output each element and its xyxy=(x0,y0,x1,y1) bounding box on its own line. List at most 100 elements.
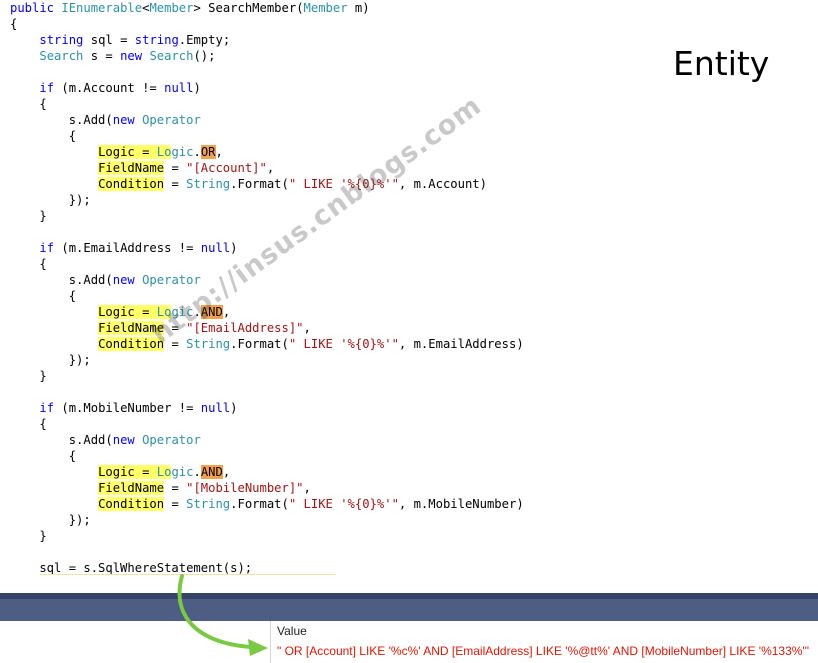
code-line[interactable]: }); xyxy=(10,352,91,368)
code-token: Lo xyxy=(156,465,172,479)
code-token: string xyxy=(39,33,84,47)
code-token: string xyxy=(134,33,179,47)
code-line[interactable]: s.Add(new Operator xyxy=(10,112,201,128)
code-token: = xyxy=(134,145,157,159)
code-token: . xyxy=(193,145,201,159)
code-line[interactable]: Search s = new Search(); xyxy=(10,48,215,64)
code-line[interactable]: Condition = String.Format(" LIKE '%{0}%'… xyxy=(10,176,487,192)
code-token: Lo xyxy=(156,145,172,159)
code-token: { xyxy=(10,97,47,111)
code-token: = xyxy=(134,465,157,479)
code-token: new xyxy=(120,49,143,63)
code-line[interactable]: { xyxy=(10,128,76,144)
code-line[interactable]: } xyxy=(10,528,47,544)
code-token: " LIKE '%{0}%'" xyxy=(288,337,399,351)
code-token: > SearchMember( xyxy=(193,1,304,15)
code-token: , xyxy=(215,145,223,159)
code-token: } xyxy=(10,209,47,223)
code-line[interactable]: string sql = string.Empty; xyxy=(10,32,230,48)
code-token: Condition xyxy=(98,177,165,191)
code-token: , xyxy=(222,465,231,479)
code-line[interactable]: { xyxy=(10,288,76,304)
code-line[interactable]: { xyxy=(10,448,76,464)
watch-panel-title-bar[interactable] xyxy=(0,593,818,621)
code-token: Search xyxy=(149,49,194,63)
code-token: } xyxy=(10,369,47,383)
code-token: { xyxy=(10,449,77,463)
code-line[interactable]: s.Add(new Operator xyxy=(10,432,201,448)
code-token: }); xyxy=(10,193,91,207)
watch-row[interactable]: " OR [Account] LIKE '%c%' AND [EmailAddr… xyxy=(0,642,818,663)
code-token: Logic xyxy=(98,305,135,319)
code-token: null xyxy=(200,241,231,255)
code-token: String xyxy=(186,497,231,511)
code-token: Member xyxy=(149,1,194,15)
code-token: ) xyxy=(230,401,238,415)
code-line[interactable]: }); xyxy=(10,512,91,528)
code-token: , xyxy=(222,305,231,319)
code-line[interactable]: Logic = Logic.OR, xyxy=(10,144,223,160)
code-line[interactable]: FieldName = "[MobileNumber]", xyxy=(10,480,311,496)
current-line-marker xyxy=(40,574,335,575)
code-token: String xyxy=(186,177,231,191)
code-token: ) xyxy=(193,81,201,95)
code-token: , m.MobileNumber) xyxy=(398,497,524,511)
code-line[interactable]: { xyxy=(10,416,46,432)
value-column-header[interactable]: Value xyxy=(277,624,307,638)
code-token: new xyxy=(112,273,135,287)
code-token: (m.MobileNumber != xyxy=(54,401,201,415)
code-line[interactable]: { xyxy=(10,16,17,32)
code-line[interactable]: if (m.EmailAddress != null) xyxy=(10,240,238,256)
code-token: Condition xyxy=(98,337,165,351)
code-line[interactable]: FieldName = "[Account]", xyxy=(10,160,274,176)
code-token: if xyxy=(39,81,55,95)
watch-value[interactable]: " OR [Account] LIKE '%c%' AND [EmailAddr… xyxy=(277,644,809,658)
code-token: FieldName xyxy=(98,481,165,495)
code-token: sql = s.SqlWhereStatement(s); xyxy=(10,561,253,575)
code-line[interactable]: } xyxy=(10,208,47,224)
code-editor[interactable]: public IEnumerable<Member> SearchMember(… xyxy=(0,0,818,593)
code-token: .Format( xyxy=(230,497,289,511)
code-token: { xyxy=(10,17,18,31)
code-token: = xyxy=(164,497,187,511)
code-line[interactable]: { xyxy=(10,96,47,112)
code-line[interactable]: }); xyxy=(10,192,91,208)
code-line[interactable]: if (m.Account != null) xyxy=(10,80,201,96)
code-token: { xyxy=(10,129,77,143)
code-token: ) xyxy=(230,241,238,255)
code-line[interactable]: if (m.MobileNumber != null) xyxy=(10,400,238,416)
code-line[interactable]: Condition = String.Format(" LIKE '%{0}%'… xyxy=(10,496,524,512)
code-line[interactable]: s.Add(new Operator xyxy=(10,272,201,288)
code-token: , xyxy=(303,321,311,335)
code-token: , xyxy=(303,481,311,495)
code-token: Operator xyxy=(142,273,201,287)
code-line[interactable]: Condition = String.Format(" LIKE '%{0}%'… xyxy=(10,336,524,352)
code-token: Member xyxy=(303,1,348,15)
code-line[interactable]: { xyxy=(10,256,46,272)
code-line[interactable]: } xyxy=(10,368,47,384)
code-token: if xyxy=(39,401,55,415)
code-token: null xyxy=(200,401,231,415)
code-token: AND xyxy=(200,465,223,479)
code-token: Search xyxy=(39,49,84,63)
code-line[interactable]: public IEnumerable<Member> SearchMember(… xyxy=(10,0,370,16)
code-token: String xyxy=(186,337,231,351)
code-token: new xyxy=(112,433,135,447)
code-token: Operator xyxy=(142,433,201,447)
code-token: } xyxy=(10,529,47,543)
entity-label: Entity xyxy=(673,44,770,83)
code-token: gic xyxy=(171,465,194,479)
code-line[interactable]: Logic = Logic.AND, xyxy=(10,464,230,480)
code-token: s.Add( xyxy=(10,113,113,127)
code-token: "[EmailAddress]" xyxy=(186,321,304,335)
